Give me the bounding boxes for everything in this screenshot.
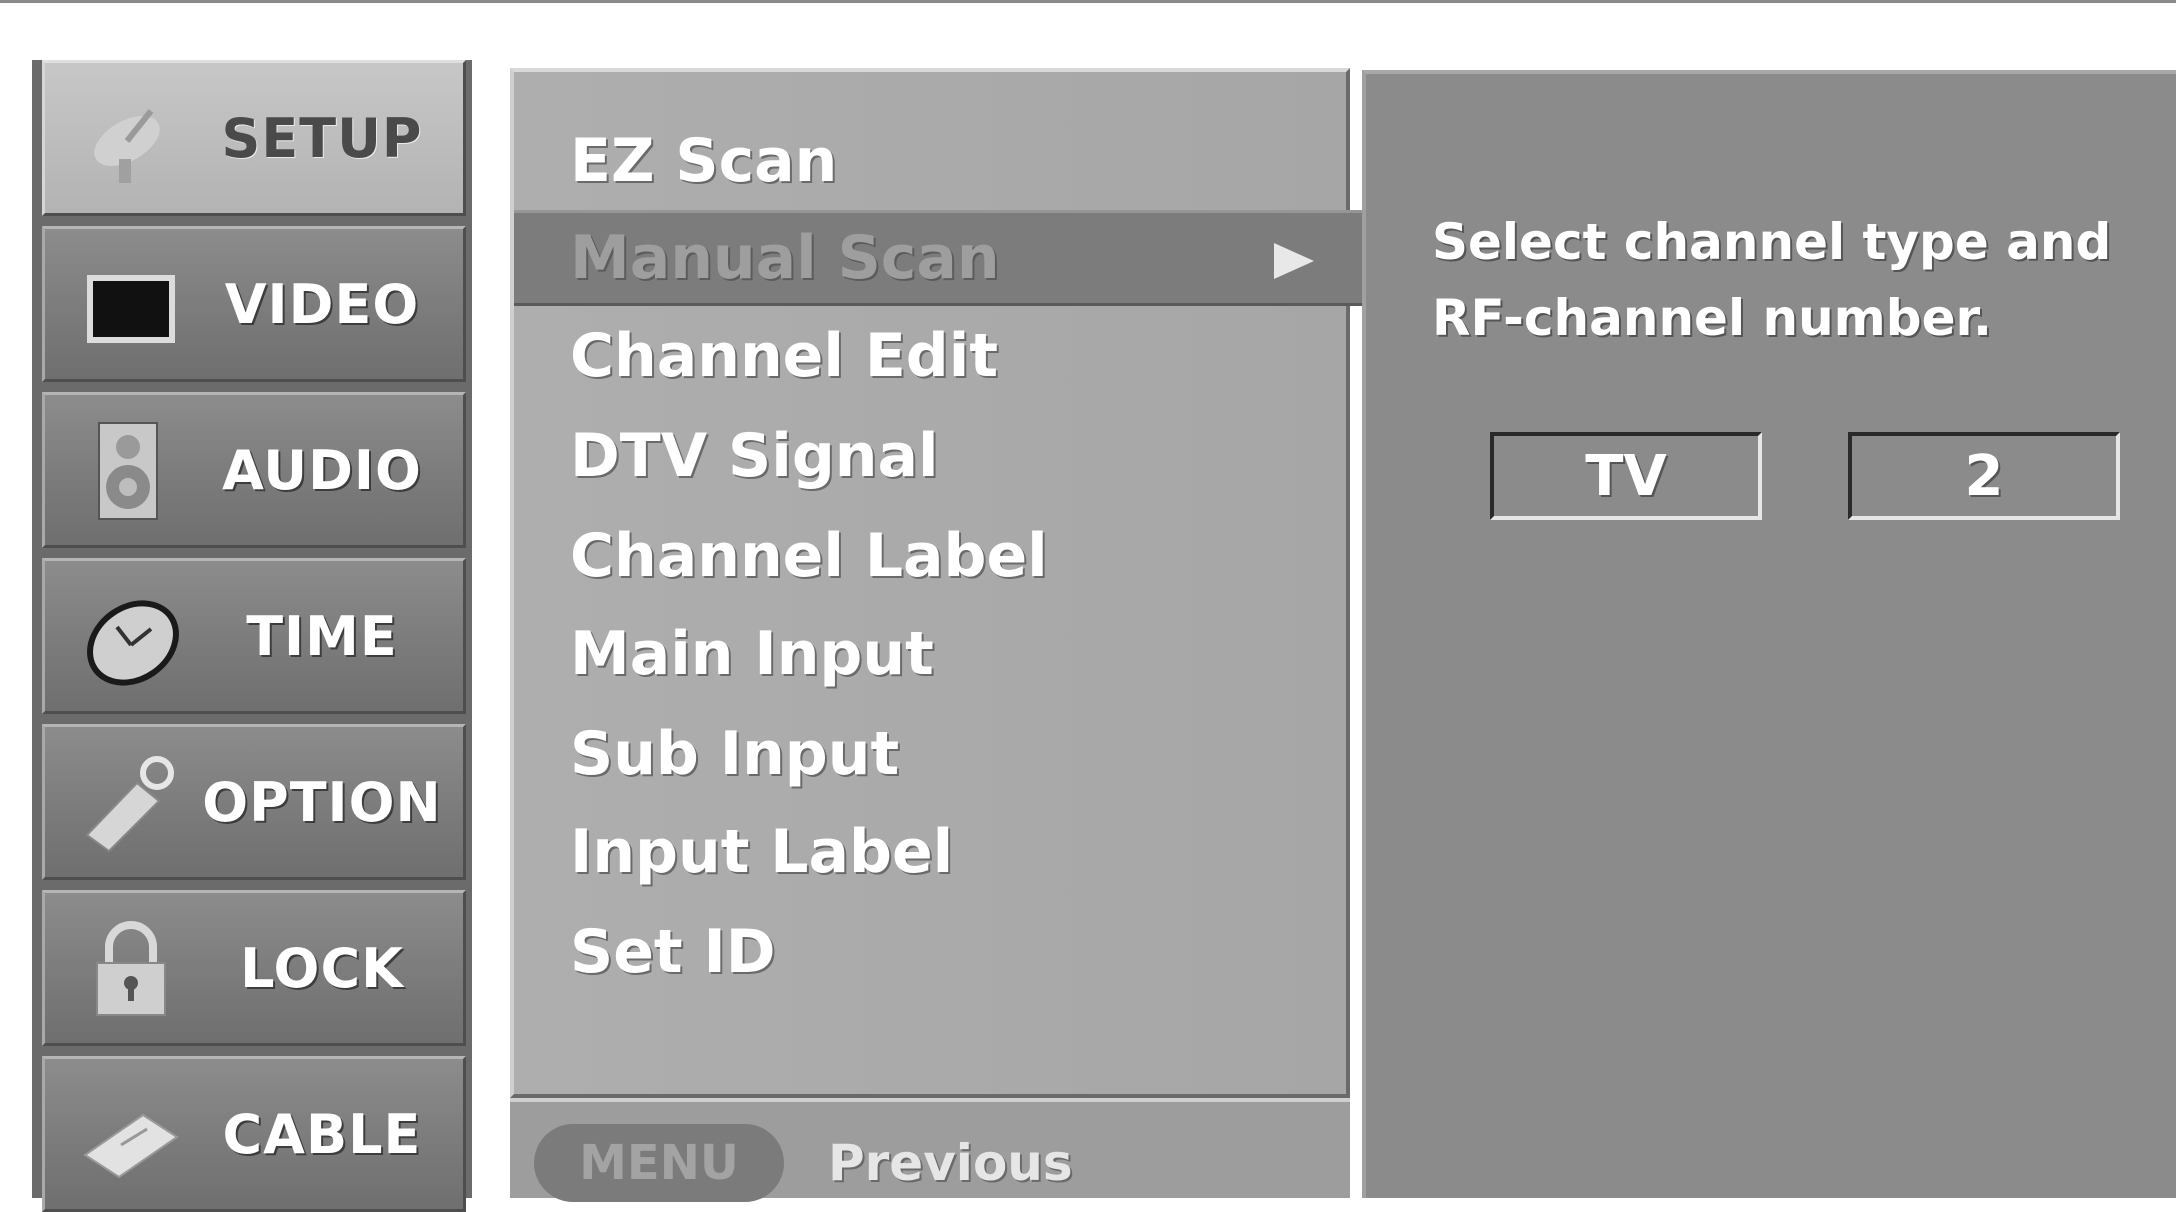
menu-button[interactable]: MENU	[534, 1124, 784, 1202]
manual-scan-panel: Select channel type and RF-channel numbe…	[1362, 70, 2176, 1198]
menu-item-label: Sub Input	[570, 719, 900, 789]
channel-type-field[interactable]: TV	[1490, 432, 1762, 520]
lock-icon	[96, 921, 166, 1016]
speaker-icon	[98, 422, 158, 520]
category-video[interactable]: VIDEO	[42, 226, 466, 382]
category-time[interactable]: TIME	[42, 558, 466, 714]
menu-item-set-id[interactable]: Set ID	[514, 904, 1346, 1000]
menu-item-channel-label[interactable]: Channel Label	[514, 508, 1346, 604]
category-sidebar: SETUP VIDEO AUDIO TIME OPTION LOCK CABLE	[32, 60, 472, 1212]
category-label: OPTION	[202, 770, 442, 834]
menu-item-label: Channel Edit	[570, 321, 998, 391]
screen-icon	[87, 275, 175, 343]
menu-item-main-input[interactable]: Main Input	[514, 606, 1346, 702]
menu-item-label: Main Input	[570, 619, 934, 689]
menu-item-manual-scan[interactable]: Manual Scan	[514, 210, 1394, 306]
instruction-line-1: Select channel type and	[1432, 213, 2112, 271]
category-label: VIDEO	[224, 272, 420, 336]
menu-item-input-label[interactable]: Input Label	[514, 804, 1346, 900]
menu-footer: MENU Previous	[510, 1098, 1350, 1202]
category-setup[interactable]: SETUP	[42, 60, 466, 216]
setup-menu: EZ Scan Manual Scan Channel Edit DTV Sig…	[510, 68, 1394, 1098]
tag-icon	[85, 756, 174, 853]
category-audio[interactable]: AUDIO	[42, 392, 466, 548]
cable-card-icon	[83, 1113, 179, 1179]
category-label: TIME	[246, 604, 398, 668]
top-border	[0, 0, 2176, 3]
menu-item-label: DTV Signal	[570, 421, 939, 491]
satellite-dish-icon	[94, 109, 160, 183]
menu-item-label: Set ID	[570, 917, 776, 987]
menu-item-label: Channel Label	[570, 521, 1048, 591]
instruction-line-2: RF-channel number.	[1432, 289, 1993, 347]
category-option[interactable]: OPTION	[42, 724, 466, 880]
clock-icon	[87, 600, 179, 686]
category-label: SETUP	[221, 106, 423, 170]
menu-item-channel-edit[interactable]: Channel Edit	[514, 308, 1346, 404]
category-label: CABLE	[222, 1102, 422, 1166]
menu-item-dtv-signal[interactable]: DTV Signal	[514, 408, 1346, 504]
menu-item-label: EZ Scan	[570, 126, 838, 196]
category-label: AUDIO	[222, 438, 422, 502]
menu-item-label: Input Label	[570, 817, 954, 887]
rf-channel-number-field[interactable]: 2	[1848, 432, 2120, 520]
category-label: LOCK	[240, 936, 404, 1000]
category-lock[interactable]: LOCK	[42, 890, 466, 1046]
menu-item-sub-input[interactable]: Sub Input	[514, 706, 1346, 802]
menu-item-label: Manual Scan	[570, 223, 1000, 293]
instruction-text: Select channel type and RF-channel numbe…	[1432, 204, 2152, 356]
menu-item-ez-scan[interactable]: EZ Scan	[514, 108, 1346, 220]
arrow-right-icon	[1274, 243, 1314, 279]
category-cable[interactable]: CABLE	[42, 1056, 466, 1212]
previous-label: Previous	[828, 1134, 1073, 1192]
